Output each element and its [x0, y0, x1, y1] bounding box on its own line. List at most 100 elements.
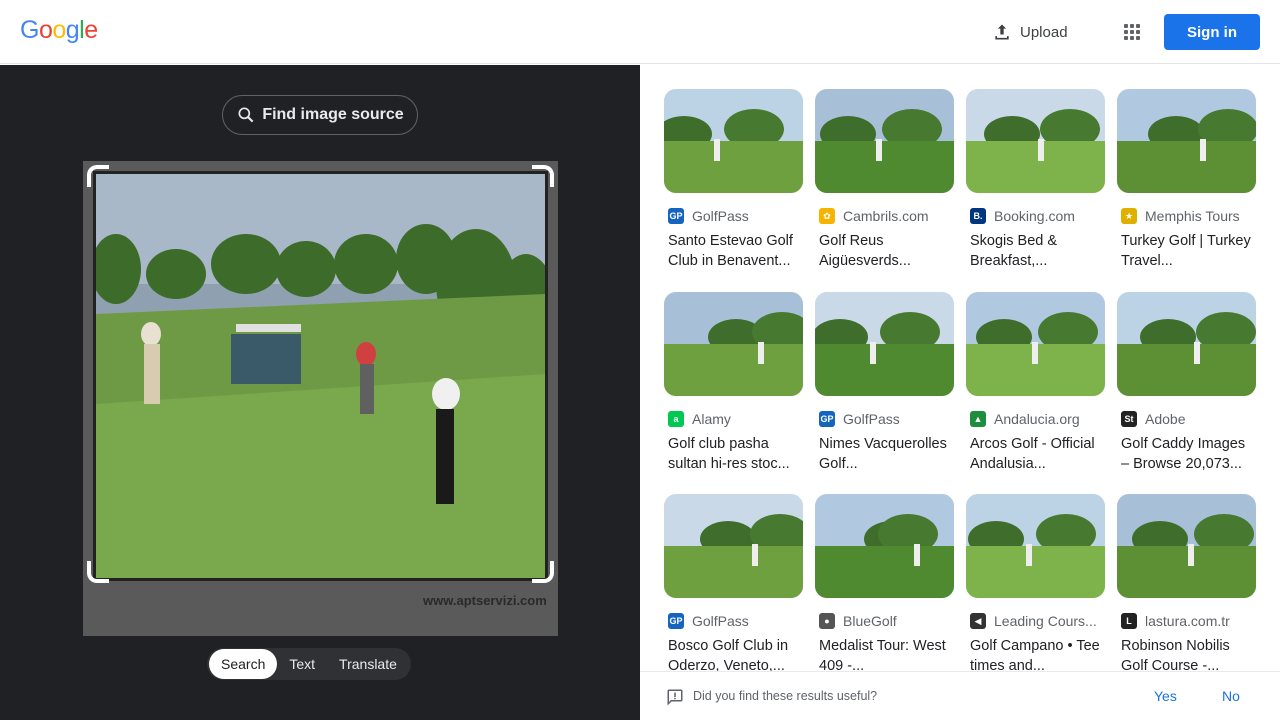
google-apps-icon[interactable] — [1120, 20, 1144, 44]
result-thumbnail[interactable] — [1117, 89, 1256, 193]
upload-button[interactable]: Upload — [992, 20, 1068, 44]
google-logo[interactable]: Google — [20, 16, 98, 45]
result-source[interactable]: GP GolfPass — [664, 610, 804, 632]
result-card[interactable]: ◀ Leading Cours... Golf Campano • Tee time… — [966, 494, 1106, 676]
logo-letter: o — [38, 16, 53, 44]
result-thumbnail[interactable] — [815, 494, 954, 598]
image-watermark: www.aptservizi.com — [423, 593, 547, 608]
result-source-name: Leading Cours... — [994, 613, 1097, 629]
logo-letter: G — [20, 16, 39, 44]
logo-letter: e — [84, 16, 98, 44]
result-title[interactable]: Golf Caddy Images – Browse 20,073... — [1117, 434, 1257, 474]
result-thumbnail[interactable] — [966, 292, 1105, 396]
result-title[interactable]: Golf club pasha sultan hi-res stoc... — [664, 434, 804, 474]
result-source-name: GolfPass — [692, 613, 749, 629]
result-thumbnail[interactable] — [664, 292, 803, 396]
result-source-name: Memphis Tours — [1145, 208, 1240, 224]
result-title[interactable]: Medalist Tour: West 409 -... — [815, 636, 955, 676]
result-card[interactable]: a Alamy Golf club pasha sultan hi-res stoc… — [664, 292, 804, 474]
source-favicon-icon: a — [668, 411, 684, 427]
mode-text-tab[interactable]: Text — [277, 649, 327, 679]
result-title[interactable]: Skogis Bed & Breakfast,... — [966, 231, 1106, 271]
sign-in-button[interactable]: Sign in — [1164, 14, 1260, 50]
lens-search-icon — [238, 107, 254, 123]
result-source[interactable]: ▲ Andalucia.org — [966, 408, 1106, 430]
result-card[interactable]: ✿ Cambrils.com Golf Reus Aigüesverds... — [815, 89, 955, 271]
result-card[interactable]: B. Booking.com Skogis Bed & Breakfast,... — [966, 89, 1106, 271]
result-thumbnail[interactable] — [966, 89, 1105, 193]
source-favicon-icon: ● — [819, 613, 835, 629]
find-image-source-button[interactable]: Find image source — [222, 95, 418, 135]
source-favicon-icon: GP — [819, 411, 835, 427]
result-source[interactable]: a Alamy — [664, 408, 804, 430]
source-favicon-icon: GP — [668, 208, 684, 224]
result-source[interactable]: ✿ Cambrils.com — [815, 205, 955, 227]
crop-handle-top-left[interactable] — [87, 165, 109, 187]
result-card[interactable]: GP GolfPass Bosco Golf Club in Oderzo, Ven… — [664, 494, 804, 676]
source-favicon-icon: ◀ — [970, 613, 986, 629]
mode-translate-tab[interactable]: Translate — [327, 649, 409, 679]
result-source-name: Cambrils.com — [843, 208, 929, 224]
result-title[interactable]: Golf Reus Aigüesverds... — [815, 231, 955, 271]
source-favicon-icon: B. — [970, 208, 986, 224]
result-thumbnail[interactable] — [664, 89, 803, 193]
source-favicon-icon: ✿ — [819, 208, 835, 224]
result-thumbnail[interactable] — [815, 89, 954, 193]
result-source-name: Adobe — [1145, 411, 1186, 427]
result-thumbnail[interactable] — [815, 292, 954, 396]
result-thumbnail[interactable] — [1117, 292, 1256, 396]
lens-panel: Find image source www.aptservizi.com Sea… — [0, 65, 640, 720]
feedback-icon — [667, 689, 683, 706]
mode-search-tab[interactable]: Search — [209, 649, 278, 679]
result-title[interactable]: Robinson Nobilis Golf Course -... — [1117, 636, 1257, 676]
result-title[interactable]: Santo Estevao Golf Club in Benavent... — [664, 231, 804, 271]
upload-label: Upload — [1020, 23, 1068, 41]
find-image-source-label: Find image source — [262, 106, 404, 123]
feedback-bar: Did you find these results useful? Yes N… — [640, 671, 1280, 720]
result-source-name: lastura.com.tr — [1145, 613, 1230, 629]
result-source[interactable]: ★ Memphis Tours — [1117, 205, 1257, 227]
result-card[interactable]: GP GolfPass Nimes Vacquerolles Golf... — [815, 292, 955, 474]
result-source-name: Booking.com — [994, 208, 1075, 224]
result-card[interactable]: ▲ Andalucia.org Arcos Golf - Official Anda… — [966, 292, 1106, 474]
result-title[interactable]: Turkey Golf | Turkey Travel... — [1117, 231, 1257, 271]
result-card[interactable]: ★ Memphis Tours Turkey Golf | Turkey Trave… — [1117, 89, 1257, 271]
result-source-name: Andalucia.org — [994, 411, 1080, 427]
crop-handle-top-right[interactable] — [532, 165, 554, 187]
feedback-no-button[interactable]: No — [1222, 688, 1240, 704]
result-thumbnail[interactable] — [966, 494, 1105, 598]
result-source[interactable]: B. Booking.com — [966, 205, 1106, 227]
result-card[interactable]: Llastura.com.tr Robinson Nobilis Golf Cou… — [1117, 494, 1257, 676]
crop-handle-bottom-left[interactable] — [87, 561, 109, 583]
result-source[interactable]: GP GolfPass — [815, 408, 955, 430]
result-source-name: GolfPass — [692, 208, 749, 224]
query-image-frame[interactable]: www.aptservizi.com — [83, 161, 558, 636]
query-image — [93, 171, 548, 581]
upload-icon — [995, 24, 1009, 40]
result-title[interactable]: Bosco Golf Club in Oderzo, Veneto,... — [664, 636, 804, 676]
source-favicon-icon: ▲ — [970, 411, 986, 427]
top-bar: Google Upload Sign in — [0, 0, 1280, 64]
crop-handle-bottom-right[interactable] — [532, 561, 554, 583]
result-thumbnail[interactable] — [1117, 494, 1256, 598]
result-thumbnail[interactable] — [664, 494, 803, 598]
logo-letter: g — [65, 16, 80, 44]
result-source[interactable]: ● BlueGolf — [815, 610, 955, 632]
source-favicon-icon: ★ — [1121, 208, 1137, 224]
result-source[interactable]: GP GolfPass — [664, 205, 804, 227]
result-title[interactable]: Golf Campano • Tee times and... — [966, 636, 1106, 676]
feedback-yes-button[interactable]: Yes — [1154, 688, 1177, 704]
result-source[interactable]: St Adobe — [1117, 408, 1257, 430]
result-source[interactable]: Llastura.com.tr — [1117, 610, 1257, 632]
result-card[interactable]: ● BlueGolf Medalist Tour: West 409 -... — [815, 494, 955, 676]
result-card[interactable]: GP GolfPass Santo Estevao Golf Club in Ben… — [664, 89, 804, 271]
result-card[interactable]: St Adobe Golf Caddy Images – Browse 20,073… — [1117, 292, 1257, 474]
result-source[interactable]: ◀ Leading Cours... — [966, 610, 1106, 632]
results-panel: GP GolfPass Santo Estevao Golf Club in Ben… — [640, 65, 1280, 720]
result-source-name: BlueGolf — [843, 613, 897, 629]
source-favicon-icon: L — [1121, 613, 1137, 629]
result-title[interactable]: Nimes Vacquerolles Golf... — [815, 434, 955, 474]
source-favicon-icon: St — [1121, 411, 1137, 427]
result-title[interactable]: Arcos Golf - Official Andalusia... — [966, 434, 1106, 474]
result-source-name: Alamy — [692, 411, 731, 427]
